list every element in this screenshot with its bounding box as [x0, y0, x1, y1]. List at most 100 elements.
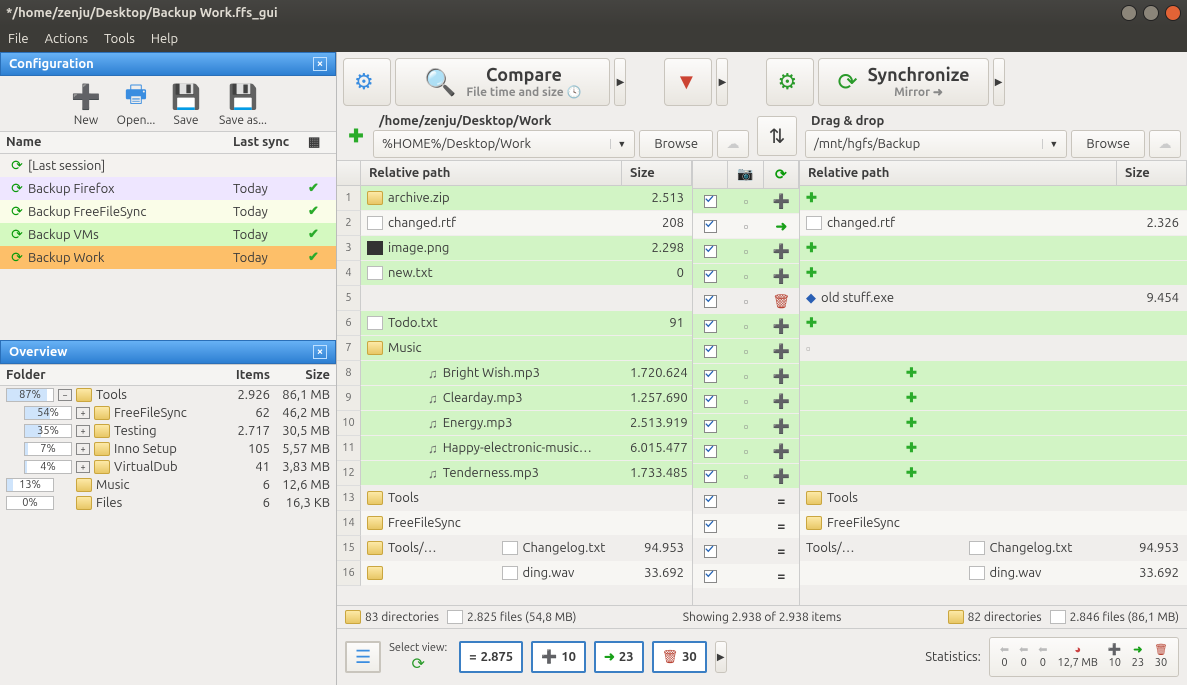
menu-actions[interactable]: Actions: [45, 32, 88, 46]
window-close[interactable]: [1165, 5, 1181, 21]
right-browse-button[interactable]: Browse: [1071, 130, 1145, 158]
config-row[interactable]: ⟳Backup FreeFileSyncToday✔: [0, 200, 336, 223]
checkbox-header[interactable]: [693, 161, 728, 188]
view-trash-button[interactable]: 🗑 30: [652, 641, 707, 673]
left-row[interactable]: 7 Music: [337, 336, 692, 361]
right-grid[interactable]: Relative pathSize ✚ changed.rtf2.326✚✚◆ …: [800, 161, 1187, 605]
config-row[interactable]: ⟳Backup FirefoxToday✔: [0, 177, 336, 200]
middle-row[interactable]: =: [693, 564, 799, 589]
middle-grid[interactable]: 📷⟳ ▫➕▫➜▫➕▫➕▫🗑▫➕▫➕▫➕▫➕▫➕▫➕▫➕====: [692, 161, 800, 605]
add-pair-button[interactable]: ✚: [343, 123, 369, 149]
right-row[interactable]: ding.wav33.692: [800, 561, 1187, 586]
middle-row[interactable]: ▫🗑: [693, 289, 799, 314]
list-view-button[interactable]: ☰: [345, 641, 381, 673]
middle-row[interactable]: ▫➕: [693, 314, 799, 339]
right-row[interactable]: ✚: [800, 436, 1187, 461]
overview-list[interactable]: 87%−Tools2.92686,1 MB54%+FreeFileSync624…: [0, 386, 336, 596]
left-row[interactable]: 11♫ Happy-electronic-music…6.015.477: [337, 436, 692, 461]
save-button[interactable]: 💾Save: [162, 80, 210, 127]
col-lastsync[interactable]: Last sync: [233, 135, 308, 150]
middle-row[interactable]: ▫➕: [693, 264, 799, 289]
swap-button[interactable]: ⇅: [757, 116, 797, 156]
middle-row[interactable]: ▫➕: [693, 364, 799, 389]
config-row[interactable]: ⟳Backup VMsToday✔: [0, 223, 336, 246]
left-row[interactable]: 10♫ Energy.mp32.513.919: [337, 411, 692, 436]
view-equal-button[interactable]: = 2.875: [459, 641, 523, 673]
compare-settings-button[interactable]: ⚙: [343, 58, 391, 106]
view-add-button[interactable]: ➕ 10: [531, 641, 586, 673]
compare-button[interactable]: 🔍 Compare File time and size 🕓: [395, 58, 610, 106]
right-row[interactable]: changed.rtf2.326: [800, 211, 1187, 236]
config-row[interactable]: ⟳[Last session]: [0, 154, 336, 177]
middle-row[interactable]: =: [693, 539, 799, 564]
right-cloud-button[interactable]: ☁: [1149, 130, 1181, 158]
left-row[interactable]: 15Tools/… Changelog.txt94.953: [337, 536, 692, 561]
left-row[interactable]: 16 ding.wav33.692: [337, 561, 692, 586]
view-more[interactable]: ▶: [715, 641, 727, 673]
sync-settings-button[interactable]: ⚙: [766, 58, 814, 106]
middle-row[interactable]: ▫➕: [693, 189, 799, 214]
right-row[interactable]: ◆ old stuff.exe9.454: [800, 286, 1187, 311]
left-row[interactable]: 3 image.png2.298: [337, 236, 692, 261]
chevron-down-icon[interactable]: ▼: [1042, 139, 1058, 149]
right-row[interactable]: ✚: [800, 261, 1187, 286]
right-row[interactable]: ✚: [800, 386, 1187, 411]
overview-row[interactable]: 0%Files616,3 KB: [0, 494, 336, 512]
menu-file[interactable]: File: [8, 32, 29, 46]
window-minimize[interactable]: [1121, 5, 1137, 21]
category-header[interactable]: 📷: [728, 161, 763, 188]
left-row[interactable]: 9♫ Clearday.mp31.257.690: [337, 386, 692, 411]
overview-row[interactable]: 54%+FreeFileSync6246,2 MB: [0, 404, 336, 422]
right-path-input[interactable]: /mnt/hgfs/Backup▼: [805, 130, 1067, 158]
middle-row[interactable]: =: [693, 489, 799, 514]
middle-row[interactable]: ▫➕: [693, 389, 799, 414]
right-row[interactable]: ✚: [800, 186, 1187, 211]
left-row[interactable]: 12♫ Tenderness.mp31.733.485: [337, 461, 692, 486]
right-row[interactable]: FreeFileSync: [800, 511, 1187, 536]
middle-row[interactable]: ▫➕: [693, 414, 799, 439]
overview-row[interactable]: 4%+VirtualDub413,83 MB: [0, 458, 336, 476]
right-row[interactable]: ✚: [800, 461, 1187, 486]
overview-row[interactable]: 35%+Testing2.71730,5 MB: [0, 422, 336, 440]
left-grid[interactable]: Relative pathSize 1 archive.zip2.5132 ch…: [337, 161, 692, 605]
right-row[interactable]: ✚: [800, 311, 1187, 336]
left-row[interactable]: 5: [337, 286, 692, 311]
window-maximize[interactable]: [1143, 5, 1159, 21]
open-button[interactable]: 🖶Open...: [112, 80, 160, 127]
compare-dropdown[interactable]: ▶: [614, 58, 626, 106]
overview-row[interactable]: 13%Music612,6 MB: [0, 476, 336, 494]
chevron-down-icon[interactable]: ▼: [610, 139, 626, 149]
right-row[interactable]: ✚: [800, 361, 1187, 386]
left-row[interactable]: 4 new.txt0: [337, 261, 692, 286]
overview-row[interactable]: 87%−Tools2.92686,1 MB: [0, 386, 336, 404]
filter-button[interactable]: ▼: [664, 58, 712, 106]
saveas-button[interactable]: 💾Save as...: [212, 80, 274, 127]
new-button[interactable]: ➕New: [62, 80, 110, 127]
left-row[interactable]: 8♫ Bright Wish.mp31.720.624: [337, 361, 692, 386]
left-row[interactable]: 13 Tools: [337, 486, 692, 511]
action-header[interactable]: ⟳: [764, 161, 799, 188]
left-row[interactable]: 2 changed.rtf208: [337, 211, 692, 236]
middle-row[interactable]: ▫➜: [693, 214, 799, 239]
menu-help[interactable]: Help: [151, 32, 178, 46]
overview-close-icon[interactable]: ×: [313, 345, 327, 359]
middle-row[interactable]: ▫➕: [693, 339, 799, 364]
left-path-input[interactable]: %HOME%/Desktop/Work▼: [373, 130, 635, 158]
middle-row[interactable]: =: [693, 514, 799, 539]
left-row[interactable]: 14 FreeFileSync: [337, 511, 692, 536]
middle-row[interactable]: ▫➕: [693, 439, 799, 464]
left-cloud-button[interactable]: ☁: [717, 130, 749, 158]
config-row[interactable]: ⟳Backup WorkToday✔: [0, 246, 336, 269]
synchronize-button[interactable]: ⟳ Synchronize Mirror ➜: [818, 58, 988, 106]
overview-row[interactable]: 7%+Inno Setup1055,57 MB: [0, 440, 336, 458]
left-browse-button[interactable]: Browse: [639, 130, 713, 158]
config-close-icon[interactable]: ×: [313, 57, 327, 71]
right-row[interactable]: Tools: [800, 486, 1187, 511]
view-right-button[interactable]: ➜ 23: [594, 641, 644, 673]
right-row[interactable]: ▫: [800, 336, 1187, 361]
col-name[interactable]: Name: [6, 135, 233, 150]
right-row[interactable]: ✚: [800, 411, 1187, 436]
right-row[interactable]: ✚: [800, 236, 1187, 261]
left-row[interactable]: 6 Todo.txt91: [337, 311, 692, 336]
left-row[interactable]: 1 archive.zip2.513: [337, 186, 692, 211]
